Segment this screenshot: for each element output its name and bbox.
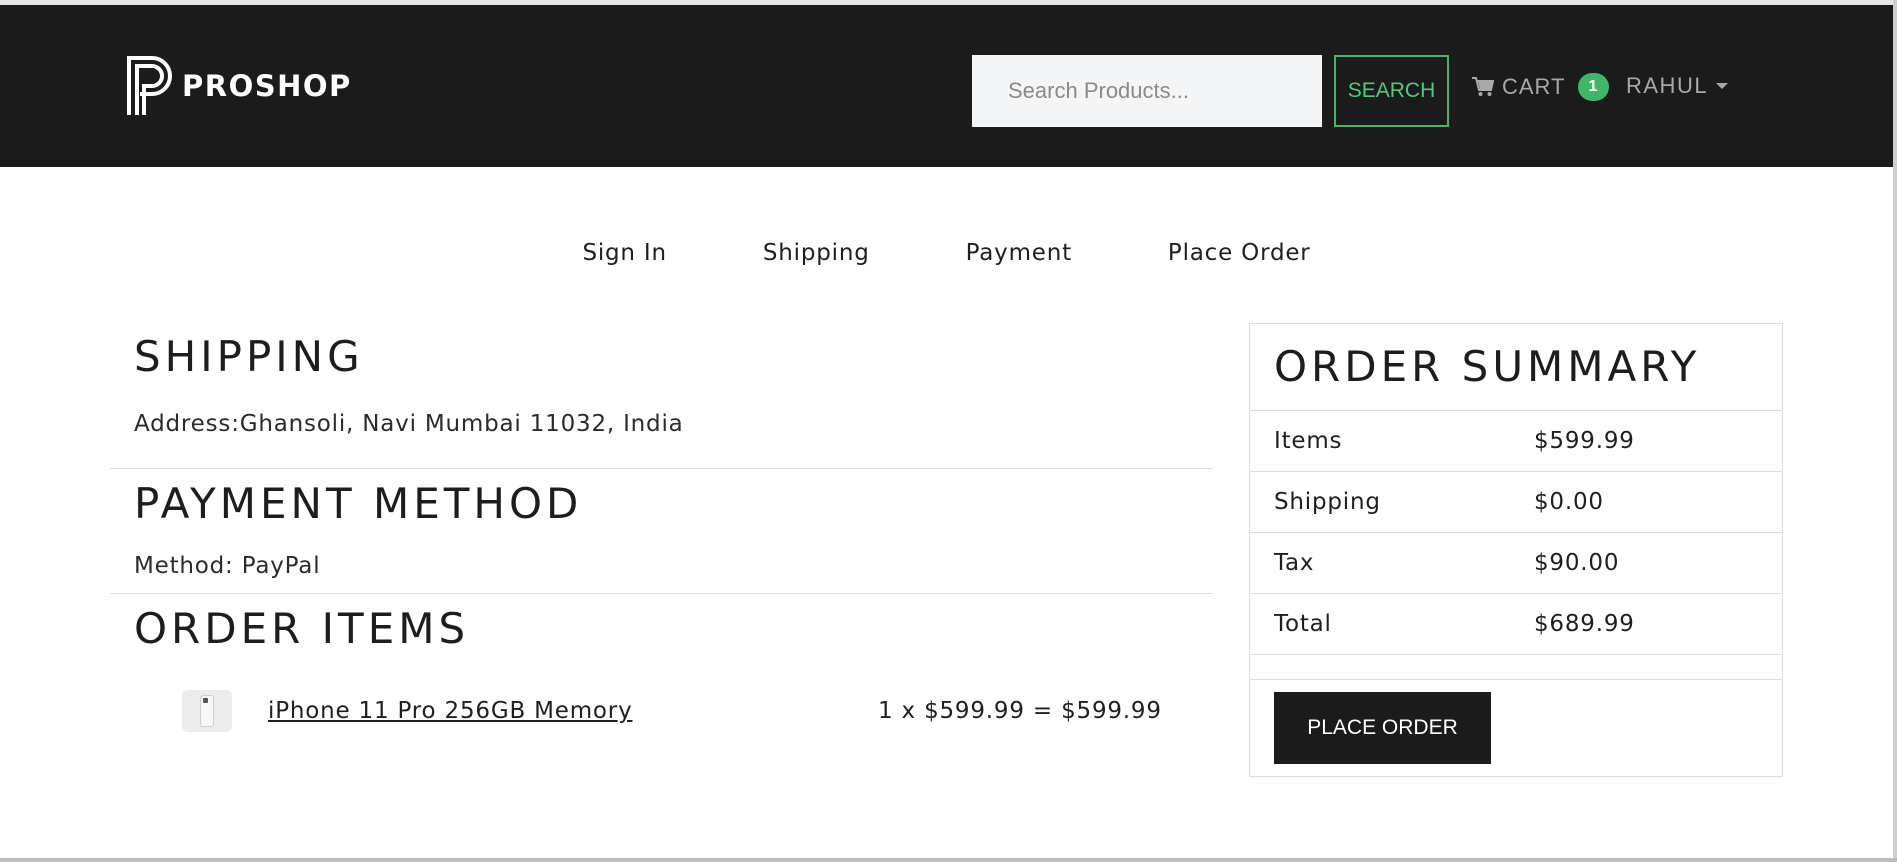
proshop-logo-icon (127, 56, 172, 115)
summary-label: Tax (1274, 550, 1315, 576)
brand-name: PROSHOP (182, 69, 352, 103)
summary-value: $0.00 (1534, 489, 1604, 515)
navbar: PROSHOP SEARCH CART 1 RAHUL (0, 5, 1893, 167)
cart-icon (1472, 77, 1494, 96)
summary-action: PLACE ORDER (1250, 680, 1782, 776)
summary-row-items: Items $599.99 (1250, 411, 1782, 472)
search-input[interactable] (972, 55, 1322, 127)
shipping-address: Address:Ghansoli, Navi Mumbai 11032, Ind… (134, 411, 684, 437)
chevron-down-icon (1716, 83, 1729, 89)
order-summary-card: ORDER SUMMARY Items $599.99 Shipping $0.… (1249, 323, 1783, 777)
user-menu-dropdown[interactable]: RAHUL (1626, 73, 1729, 99)
summary-value: $689.99 (1534, 611, 1635, 637)
brand-link[interactable]: PROSHOP (126, 55, 352, 117)
step-place-order[interactable]: Place Order (1120, 240, 1359, 266)
summary-label: Total (1274, 611, 1332, 637)
page: PROSHOP SEARCH CART 1 RAHUL Sign In Ship… (0, 0, 1897, 862)
order-item-row: iPhone 11 Pro 256GB Memory 1 x $599.99 =… (134, 690, 1189, 732)
checkout-steps: Sign In Shipping Payment Place Order (0, 240, 1893, 266)
summary-label: Items (1274, 428, 1343, 454)
user-name: RAHUL (1626, 73, 1709, 98)
window-right-edge (1893, 0, 1897, 862)
step-shipping[interactable]: Shipping (715, 240, 918, 266)
order-items-heading: ORDER ITEMS (134, 604, 470, 653)
summary-row-total: Total $689.99 (1250, 594, 1782, 655)
summary-value: $90.00 (1534, 550, 1620, 576)
phone-image-icon (200, 695, 214, 727)
order-items-section: ORDER ITEMS iPhone 11 Pro 256GB Memory 1… (110, 594, 1213, 732)
product-link[interactable]: iPhone 11 Pro 256GB Memory (268, 698, 878, 724)
cart-label: CART (1502, 74, 1566, 99)
payment-heading: PAYMENT METHOD (134, 479, 583, 528)
window-bottom-edge (0, 858, 1897, 862)
order-summary-header: ORDER SUMMARY (1250, 324, 1782, 411)
step-payment[interactable]: Payment (918, 240, 1120, 266)
payment-section: PAYMENT METHOD Method: PayPal (110, 469, 1213, 593)
shipping-heading: SHIPPING (134, 332, 364, 381)
summary-label: Shipping (1274, 489, 1381, 515)
product-thumbnail (182, 690, 232, 732)
shipping-section: SHIPPING Address:Ghansoli, Navi Mumbai 1… (110, 320, 1213, 468)
cart-count-badge: 1 (1577, 73, 1609, 101)
search-button[interactable]: SEARCH (1334, 55, 1449, 127)
step-sign-in[interactable]: Sign In (534, 240, 714, 266)
item-line-total: 1 x $599.99 = $599.99 (878, 698, 1162, 724)
place-order-button[interactable]: PLACE ORDER (1274, 692, 1491, 764)
summary-value: $599.99 (1534, 428, 1635, 454)
summary-row-tax: Tax $90.00 (1250, 533, 1782, 594)
summary-row-empty (1250, 655, 1782, 680)
payment-method: Method: PayPal (134, 553, 321, 579)
order-summary-heading: ORDER SUMMARY (1274, 342, 1701, 391)
summary-row-shipping: Shipping $0.00 (1250, 472, 1782, 533)
phone-camera (203, 698, 208, 703)
order-details: SHIPPING Address:Ghansoli, Navi Mumbai 1… (110, 320, 1213, 732)
cart-link[interactable]: CART 1 (1472, 73, 1609, 101)
